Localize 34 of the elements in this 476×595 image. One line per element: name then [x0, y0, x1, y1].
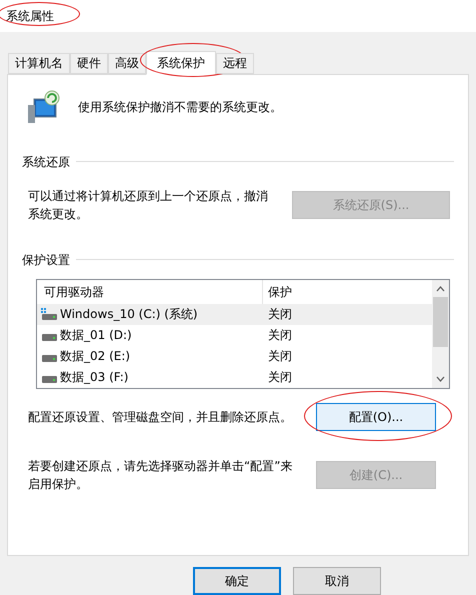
drive-name: 数据_03 (F:) [60, 369, 128, 386]
protection-status: 关闭 [267, 348, 293, 366]
protection-status: 关闭 [267, 306, 293, 324]
drive-name: 数据_02 (E:) [60, 348, 130, 366]
system-drive-icon [41, 308, 57, 320]
tab[interactable]: 系统保护 [146, 50, 216, 75]
group-heading: 系统还原 [22, 154, 70, 171]
group-heading: 保护设置 [22, 252, 70, 269]
column-header[interactable]: 保护 [263, 282, 432, 301]
scroll-down-icon[interactable] [436, 376, 445, 382]
tab[interactable]: 远程 [216, 52, 254, 74]
drive-name: 数据_01 (D:) [60, 327, 132, 344]
drive-row[interactable]: 数据_02 (E:) 关闭 [37, 346, 432, 367]
drive-row[interactable]: 数据_03 (F:) 关闭 [37, 366, 432, 388]
intro-text: 使用系统保护撤消不需要的系统更改。 [78, 98, 282, 116]
scrollbar[interactable] [432, 280, 449, 388]
tab[interactable]: 计算机名 [8, 52, 70, 74]
configure-description: 配置还原设置、管理磁盘空间，并且删除还原点。 [28, 408, 292, 426]
window-title: 系统属性 [6, 8, 54, 25]
create-description: 若要创建还原点，请先选择驱动器并单击“配置”来启用保护。 [28, 458, 294, 493]
drive-name: Windows_10 (C:) (系统) [60, 306, 198, 324]
drive-row[interactable]: Windows_10 (C:) (系统) 关闭 [37, 304, 432, 325]
tab[interactable]: 高级 [108, 52, 146, 74]
dialog-button[interactable]: 取消 [293, 567, 381, 595]
drive-row[interactable]: 数据_01 (D:) 关闭 [37, 324, 432, 346]
scroll-up-icon[interactable] [436, 286, 445, 292]
protection-status: 关闭 [267, 369, 293, 386]
restore-description: 可以通过将计算机还原到上一个还原点，撤消系统更改。 [28, 188, 268, 223]
computer-shield-icon [26, 88, 62, 125]
dialog-button[interactable]: 确定 [193, 567, 281, 595]
configure-button[interactable]: 配置(O)... [316, 402, 436, 431]
tab[interactable]: 硬件 [70, 52, 108, 74]
protection-status: 关闭 [267, 327, 293, 344]
scrollbar-thumb[interactable] [433, 296, 448, 347]
